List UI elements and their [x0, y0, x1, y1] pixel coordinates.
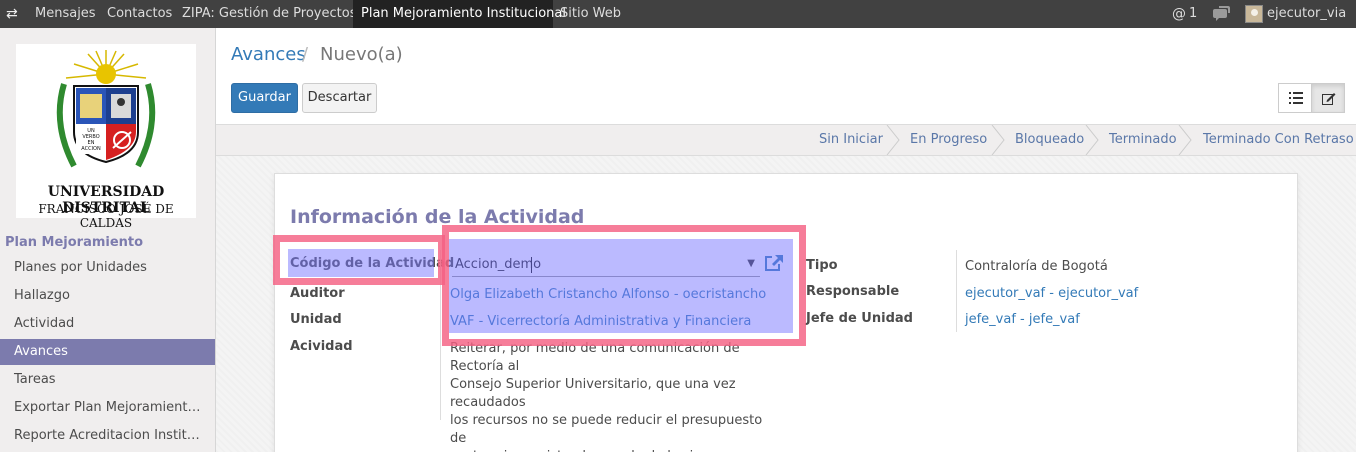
- mentions-count[interactable]: 1: [1189, 0, 1197, 28]
- form-view-button[interactable]: [1311, 83, 1345, 113]
- logo-text-line2: FRANCISCO JOSÉ DE CALDAS: [38, 202, 174, 230]
- stage-separator: [1085, 125, 1099, 155]
- unidad-label: Unidad: [290, 312, 342, 327]
- exchange-icon[interactable]: ⇄: [6, 4, 22, 24]
- main-content: Avances / Nuevo(a) Guardar Descartar Sin…: [216, 28, 1356, 452]
- discard-button[interactable]: Descartar: [302, 83, 377, 113]
- jefe-unidad-value-link[interactable]: jefe_vaf - jefe_vaf: [965, 312, 1080, 327]
- jefe-unidad-label: Jefe de Unidad: [806, 311, 913, 326]
- list-icon: [1289, 92, 1303, 104]
- sidebar-item-tareas[interactable]: Tareas: [0, 367, 215, 393]
- sidebar-item-actividad[interactable]: Actividad: [0, 311, 215, 337]
- edit-icon: [1322, 93, 1336, 105]
- stage-en-progreso[interactable]: En Progreso: [910, 125, 987, 155]
- university-logo: UN VERBO EN ACCION UNIVERSIDAD DISTRITAL…: [16, 44, 196, 230]
- topmenu-zipa[interactable]: ZIPA: Gestión de Proyectos: [174, 0, 364, 28]
- list-view-button[interactable]: [1278, 83, 1312, 113]
- sidebar-item-exportar-plan[interactable]: Exportar Plan Mejoramient…: [0, 395, 215, 421]
- tipo-value: Contraloría de Bogotá: [965, 259, 1108, 274]
- topmenu-plan-mejoramiento[interactable]: Plan Mejoramiento Institucional: [353, 0, 566, 28]
- breadcrumb-separator: /: [302, 44, 309, 65]
- highlight-box-label: [273, 235, 445, 285]
- responsable-value-link[interactable]: ejecutor_vaf - ejecutor_vaf: [965, 286, 1138, 301]
- stage-separator: [1178, 125, 1192, 155]
- sidebar-item-hallazgo[interactable]: Hallazgo: [0, 283, 215, 309]
- stage-terminado-con-retraso[interactable]: Terminado Con Retraso: [1203, 125, 1354, 155]
- save-button[interactable]: Guardar: [231, 83, 298, 113]
- motto-line-4: ACCION: [81, 146, 101, 152]
- tipo-label: Tipo: [806, 258, 838, 273]
- topmenu-contactos[interactable]: Contactos: [99, 0, 180, 28]
- sidebar-section-title: Plan Mejoramiento: [5, 235, 144, 250]
- sidebar-item-reporte-acreditacion[interactable]: Reporte Acreditacion Instit…: [0, 423, 215, 449]
- sidebar-item-avances[interactable]: Avances: [0, 339, 215, 365]
- stage-separator: [991, 125, 1005, 155]
- actividad-label: Acividad: [290, 339, 353, 354]
- avatar[interactable]: [1245, 5, 1263, 23]
- field-divider: [956, 250, 957, 332]
- stage-terminado[interactable]: Terminado: [1109, 125, 1177, 155]
- actividad-description: Reiterar, por medio de una comunicación …: [450, 341, 763, 452]
- top-navbar: ⇄ Mensajes Contactos ZIPA: Gestión de Pr…: [0, 0, 1356, 28]
- topmenu-mensajes[interactable]: Mensajes: [27, 0, 104, 28]
- breadcrumb-parent-link[interactable]: Avances: [231, 44, 306, 65]
- topmenu-sitio-web[interactable]: Sitio Web: [552, 0, 629, 28]
- user-menu[interactable]: ejecutor_via: [1267, 0, 1346, 28]
- responsable-label: Responsable: [806, 284, 900, 299]
- chat-icon[interactable]: [1213, 0, 1231, 28]
- highlight-box-fields: [442, 225, 806, 346]
- stage-sin-iniciar[interactable]: Sin Iniciar: [819, 125, 883, 155]
- at-icon[interactable]: @: [1172, 0, 1186, 28]
- breadcrumb-current: Nuevo(a): [320, 44, 403, 65]
- university-crest-icon: UN VERBO EN ACCION: [56, 50, 156, 168]
- auditor-label: Auditor: [290, 286, 345, 301]
- sidebar: UN VERBO EN ACCION UNIVERSIDAD DISTRITAL…: [0, 28, 216, 452]
- sidebar-item-planes-por-unidades[interactable]: Planes por Unidades: [0, 255, 215, 281]
- status-bar: Sin Iniciar En Progreso Bloqueado Termin…: [216, 124, 1356, 156]
- stage-separator: [886, 125, 900, 155]
- stage-bloqueado[interactable]: Bloqueado: [1015, 125, 1084, 155]
